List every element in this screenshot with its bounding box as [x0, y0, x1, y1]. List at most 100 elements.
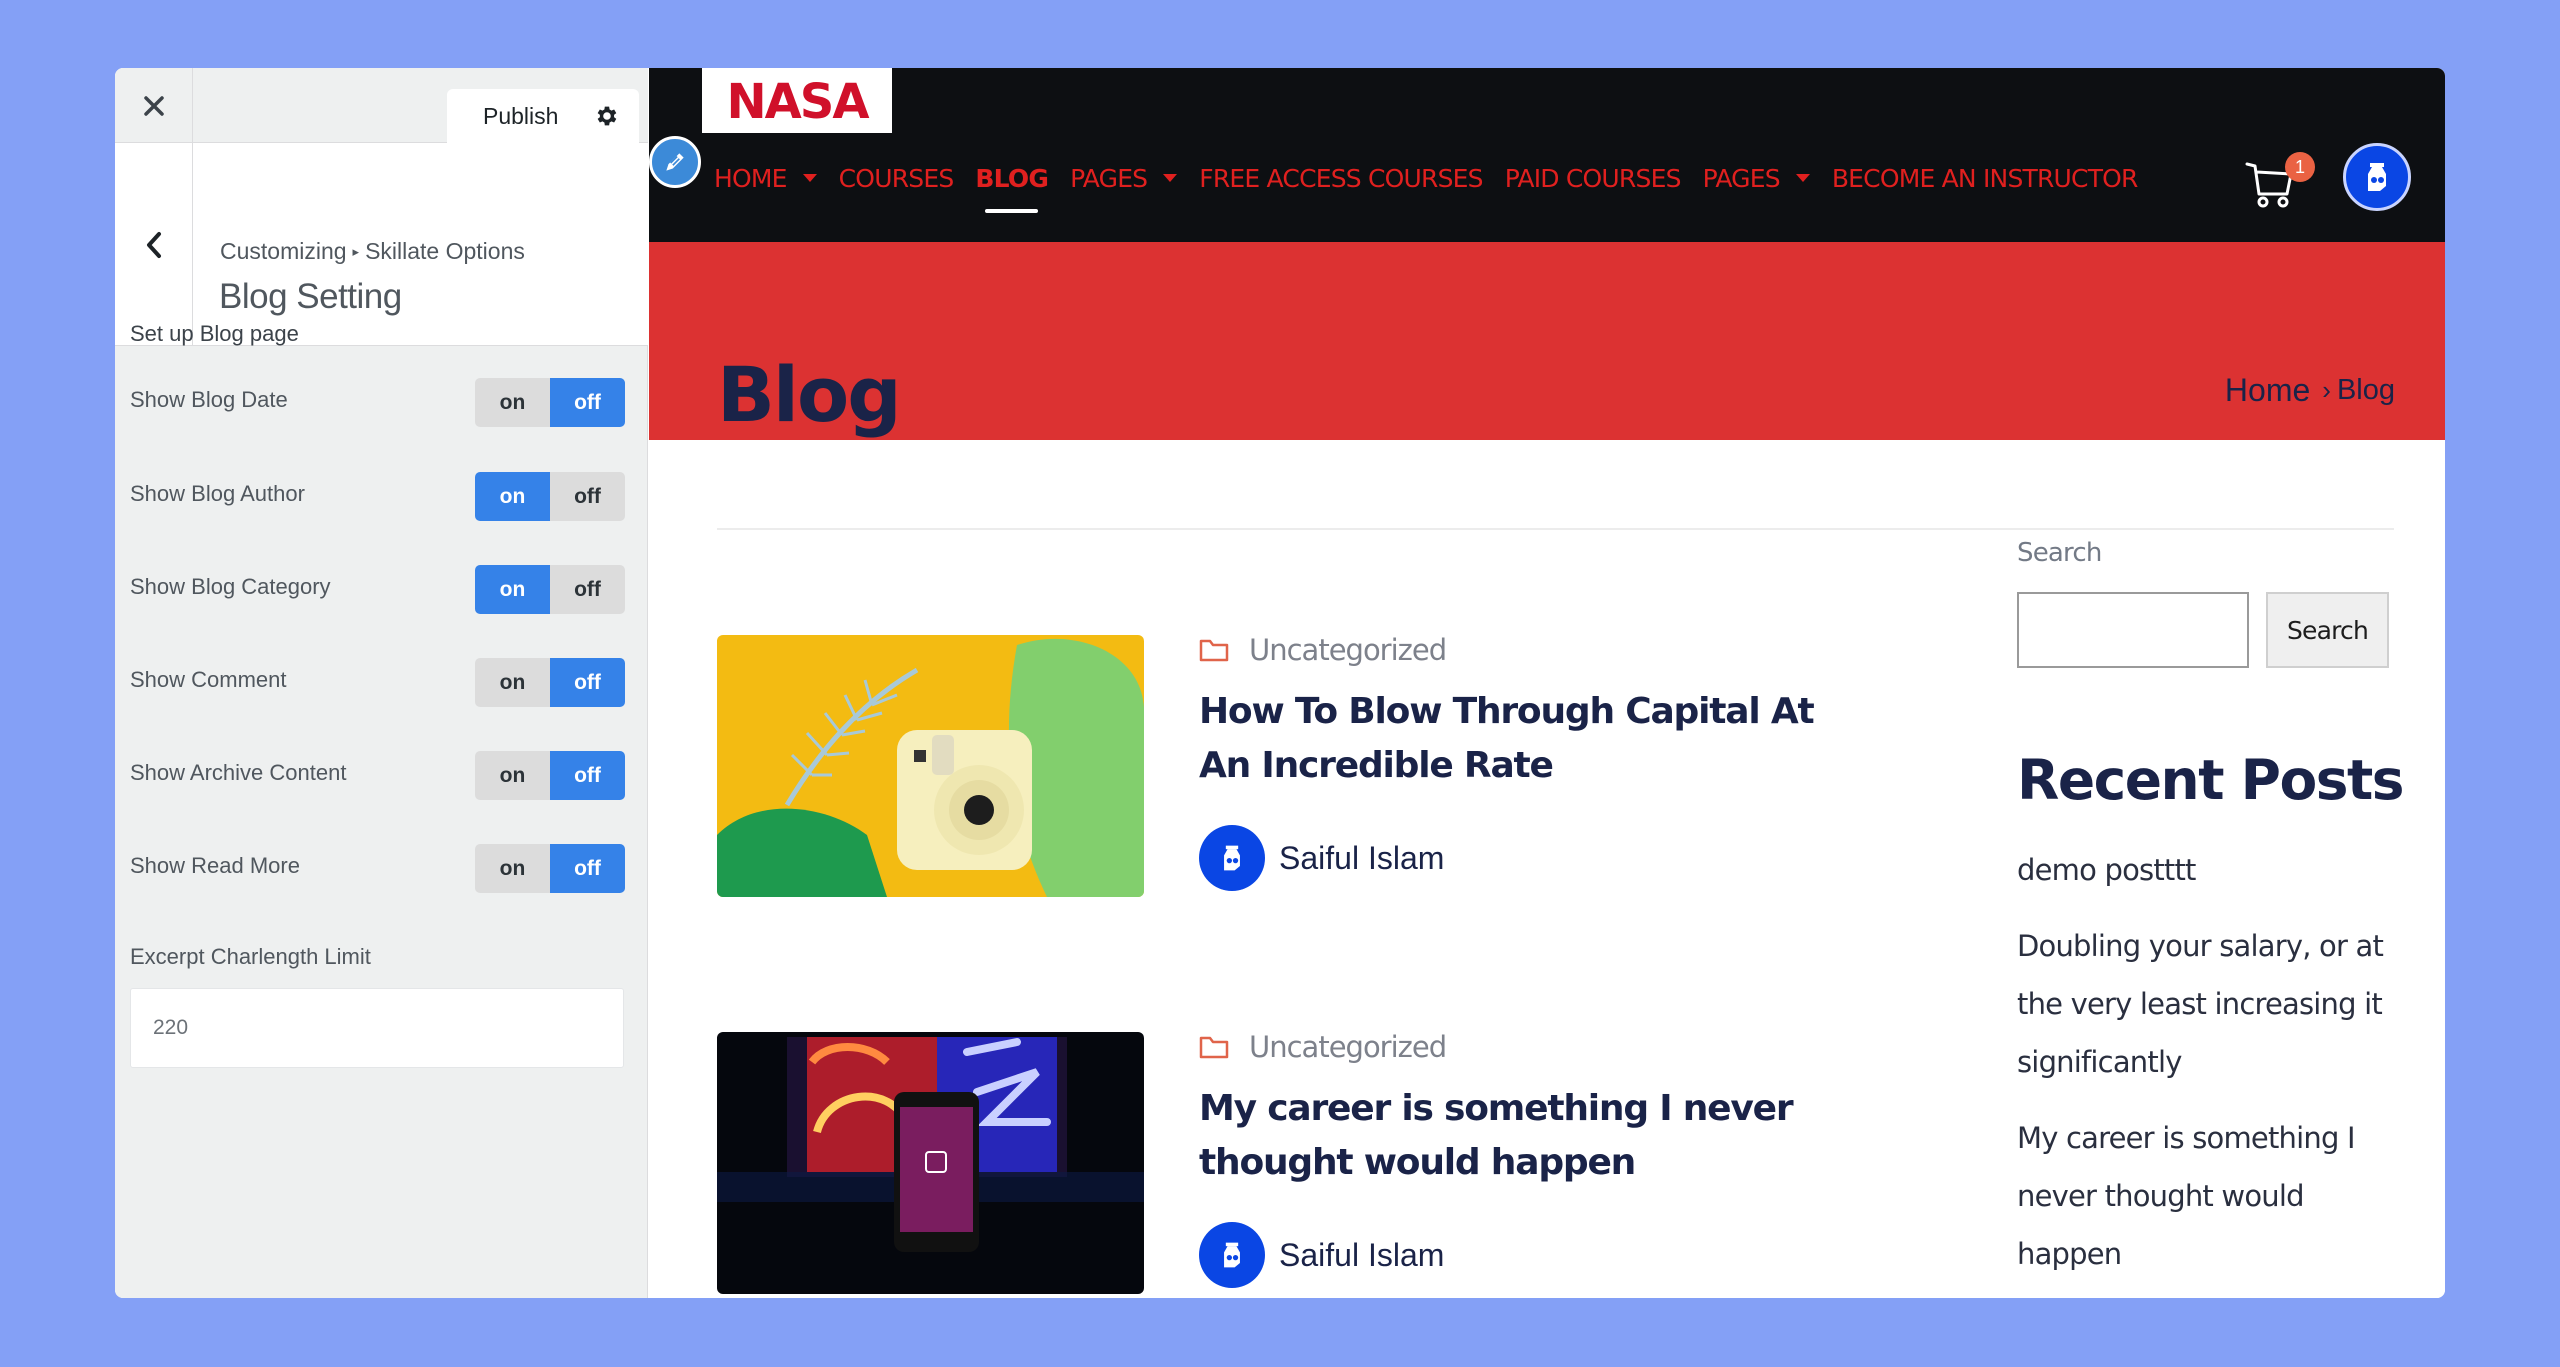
toggle-switch: on off [475, 844, 625, 893]
avatar-logo-icon [1224, 1242, 1240, 1268]
toggle-on-option[interactable]: on [475, 565, 550, 614]
user-avatar[interactable] [2343, 143, 2411, 211]
toggle-off-option[interactable]: off [550, 751, 625, 800]
recent-posts-heading: Recent Posts [2017, 748, 2405, 812]
excerpt-limit-input[interactable] [130, 988, 624, 1068]
site-preview: NASA HOME COURSES BLOG PAGES FREE ACCESS… [649, 68, 2445, 1298]
author-avatar [1199, 1222, 1265, 1288]
toggle-row-archive-content: Show Archive Content on off [130, 751, 625, 801]
post-author-link[interactable]: Saiful Islam [1199, 1222, 1444, 1288]
page-title: Blog [717, 350, 902, 439]
folder-icon [1199, 1036, 1229, 1059]
customizer-topbar: Publish [115, 68, 648, 143]
section-title: Blog Setting [219, 277, 402, 316]
toggle-row-blog-category: Show Blog Category on off [130, 565, 625, 615]
recent-post-link[interactable]: demo postttt [2017, 841, 2397, 899]
toggle-off-option[interactable]: off [550, 472, 625, 521]
post-category: Uncategorized [1249, 1030, 1447, 1064]
logo-text: NASA [726, 76, 869, 126]
post-category-link[interactable]: Uncategorized [1199, 633, 1447, 667]
toggle-row-blog-author: Show Blog Author on off [130, 472, 625, 522]
author-avatar [1199, 825, 1265, 891]
toggle-label: Show Blog Category [130, 574, 331, 599]
avatar-logo-icon [1224, 845, 1240, 871]
post-card: Uncategorized My career is something I n… [717, 1030, 1817, 1294]
nav-label: PAID COURSES [1504, 163, 1682, 193]
post-card: Uncategorized How To Blow Through Capita… [717, 633, 1817, 897]
post-category-link[interactable]: Uncategorized [1199, 1030, 1447, 1064]
nav-item-home[interactable]: HOME [714, 164, 817, 193]
toggle-off-option[interactable]: off [550, 378, 625, 427]
excerpt-limit-label: Excerpt Charlength Limit [130, 944, 371, 969]
customizer-breadcrumb: Customizing ▸ Skillate Options [220, 238, 525, 265]
breadcrumb-current: Blog [2336, 374, 2395, 406]
toggle-on-option[interactable]: on [475, 844, 550, 893]
nav-item-paid-courses[interactable]: PAID COURSES [1504, 163, 1682, 193]
search-input[interactable] [2017, 592, 2249, 668]
caret-down-icon [1795, 174, 1810, 182]
gear-icon[interactable] [593, 103, 619, 129]
nav-label: BECOME AN INSTRUCTOR [1831, 163, 2139, 193]
camera-image-icon [717, 635, 1144, 897]
breadcrumb-home-link[interactable]: Home [2225, 372, 2310, 409]
toggle-switch: on off [475, 751, 625, 800]
nav-label: BLOG [975, 163, 1049, 193]
toggle-off-option[interactable]: off [550, 844, 625, 893]
nav-item-pages-2[interactable]: PAGES [1703, 164, 1810, 193]
toggle-row-comment: Show Comment on off [130, 658, 625, 708]
toggle-on-option[interactable]: on [475, 472, 550, 521]
post-thumbnail[interactable] [717, 635, 1144, 897]
breadcrumb: Home › Blog [2225, 372, 2395, 409]
main-nav: HOME COURSES BLOG PAGES FREE ACCESS COUR… [714, 160, 2160, 213]
group-title: Set up Blog page [130, 321, 299, 346]
search-button[interactable]: Search [2266, 592, 2389, 668]
toggle-on-option[interactable]: on [475, 751, 550, 800]
chevron-left-icon [146, 231, 161, 258]
site-logo[interactable]: NASA [702, 68, 892, 133]
toggle-on-option[interactable]: on [475, 378, 550, 427]
breadcrumb-root: Customizing [220, 238, 347, 264]
customizer-window: Publish Customizing ▸ Skillate Options Blo… [115, 68, 2445, 1298]
publish-area: Publish [447, 89, 639, 143]
recent-post-link[interactable]: Doubling your salary, or at the very lea… [2017, 917, 2397, 1091]
nav-label: PAGES [1070, 163, 1148, 193]
caret-down-icon [1163, 174, 1178, 182]
close-customizer-button[interactable] [115, 68, 193, 143]
publish-button[interactable]: Publish [483, 103, 558, 130]
page-banner: Blog Home › Blog [649, 242, 2445, 440]
customizer-sidebar: Publish Customizing ▸ Skillate Options Blo… [115, 68, 648, 1298]
toggle-row-blog-date: Show Blog Date on off [130, 378, 625, 428]
post-category: Uncategorized [1249, 633, 1447, 667]
nav-item-courses[interactable]: COURSES [839, 164, 955, 193]
toggle-off-option[interactable]: off [550, 658, 625, 707]
phone-image-icon [717, 1032, 1144, 1294]
edit-shortcut-button[interactable] [649, 136, 701, 188]
toggle-label: Show Comment [130, 667, 287, 692]
recent-post-link[interactable]: My career is something I never thought w… [2017, 1109, 2397, 1283]
nav-label: FREE ACCESS COURSES [1199, 163, 1483, 193]
avatar-logo-icon [2368, 163, 2386, 191]
toggle-label: Show Blog Date [130, 387, 288, 412]
toggle-switch: on off [475, 472, 625, 521]
toggle-switch: on off [475, 565, 625, 614]
nav-item-become-instructor[interactable]: BECOME AN INSTRUCTOR [1831, 163, 2139, 193]
post-title-link[interactable]: How To Blow Through Capital At An Incred… [1199, 685, 1859, 793]
site-header: NASA HOME COURSES BLOG PAGES FREE ACCESS… [649, 68, 2445, 242]
cart-count-badge: 1 [2285, 152, 2315, 182]
breadcrumb-parent: Skillate Options [365, 238, 525, 264]
folder-icon [1199, 639, 1229, 662]
search-widget-label: Search [2017, 538, 2102, 568]
toggle-off-option[interactable]: off [550, 565, 625, 614]
post-title-link[interactable]: My career is something I never thought w… [1199, 1082, 1859, 1190]
pencil-icon [666, 153, 684, 171]
nav-item-pages[interactable]: PAGES [1070, 163, 1178, 193]
back-button[interactable] [115, 143, 193, 346]
post-thumbnail[interactable] [717, 1032, 1144, 1294]
toggle-label: Show Read More [130, 853, 300, 878]
nav-item-free-access-courses[interactable]: FREE ACCESS COURSES [1199, 163, 1483, 193]
toggle-on-option[interactable]: on [475, 658, 550, 707]
nav-label: HOME [714, 163, 787, 193]
nav-item-blog[interactable]: BLOG [975, 163, 1049, 213]
post-author-link[interactable]: Saiful Islam [1199, 825, 1444, 891]
nav-label: PAGES [1702, 163, 1781, 193]
